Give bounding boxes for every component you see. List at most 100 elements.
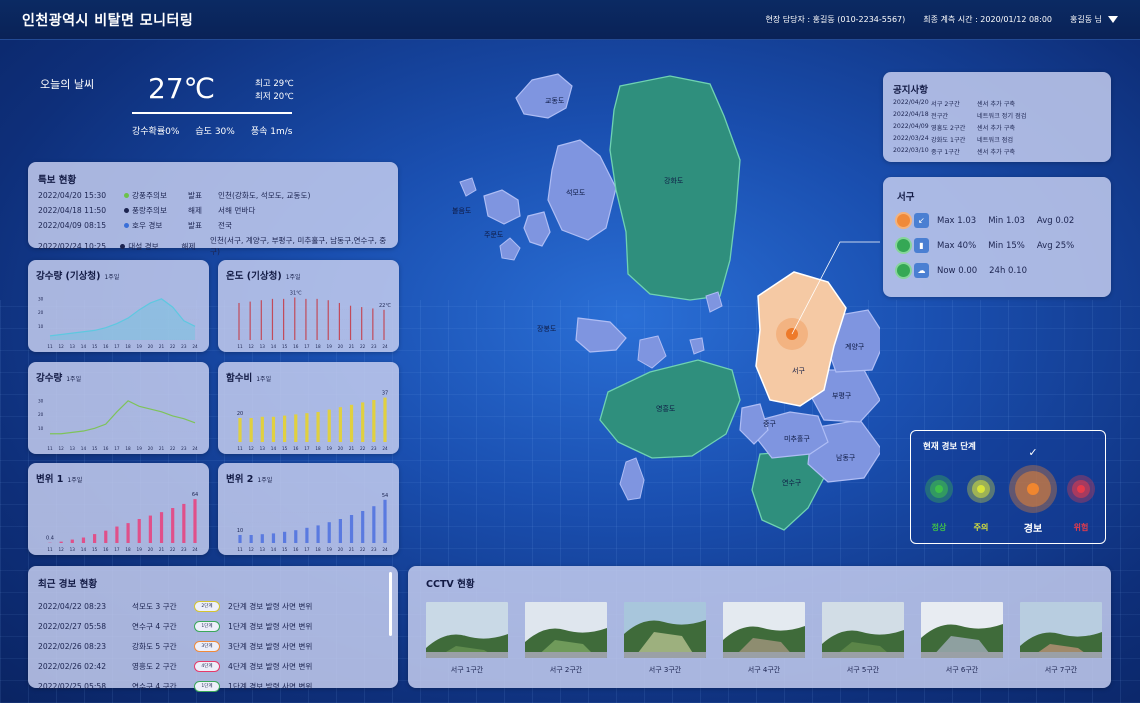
alert-row[interactable]: 2022/04/20 15:30 강풍주의보 발표 인천(강화도, 석모도, 교동도) [38, 190, 388, 201]
notice-row[interactable]: 2022/04/09 영흥도 2구간 센서 추가 구축 [893, 123, 1101, 132]
cctv-feed-image[interactable] [624, 602, 706, 658]
recent-alerts-panel: 최근 경보 현황 2022/04/22 08:23 석모도 3 구간 2단계 2단계 … [28, 566, 398, 692]
x-tick-label: 14 [81, 547, 87, 552]
sensor-row[interactable]: ↙ Max 1.03 Min 1.03 Avg 0.02 [897, 213, 1097, 228]
bar [349, 305, 352, 340]
alert-level-3[interactable] [1067, 475, 1095, 503]
cctv-camera[interactable]: 서구 5구간 [822, 602, 904, 675]
recent-alert-row[interactable]: 2022/02/25 05:58 연수구 4 구간 1단계 1단계 경보 발령 사면 … [38, 676, 388, 696]
map-region-label[interactable]: 강화도 [664, 176, 683, 186]
map-region-label[interactable]: 남동구 [836, 453, 855, 463]
sensor-value-b: Min 1.03 [988, 215, 1025, 226]
notice-message: 센서 추가 구축 [977, 101, 1016, 108]
alert-level-1[interactable] [967, 475, 995, 503]
cctv-camera[interactable]: 서구 2구간 [525, 602, 607, 675]
sensor-row[interactable]: ☁ Now 0.00 24h 0.10 [897, 263, 1097, 278]
level-label: 경보 [1024, 522, 1042, 535]
notice-row[interactable]: 2022/03/24 강화도 1구간 네트워크 점검 [893, 135, 1101, 144]
alert-type-text: 대설 경보 [128, 241, 159, 251]
notice-row[interactable]: 2022/04/20 서구 2구간 센서 추가 구축 [893, 99, 1101, 108]
cctv-feed-image[interactable] [426, 602, 508, 658]
map-region-label[interactable]: 계양구 [845, 342, 864, 352]
map-region-label[interactable]: 장봉도 [537, 324, 556, 334]
alert-row[interactable]: 2022/04/18 11:50 풍랑주의보 해제 서해 먼바다 [38, 205, 388, 216]
y-tick-label: 30 [38, 296, 44, 301]
map-region-label[interactable]: 영흥도 [656, 404, 675, 414]
map-region-label[interactable]: 서구 [792, 366, 805, 376]
alert-level-0[interactable] [925, 475, 953, 503]
user-menu[interactable]: 홍길동 님 [1070, 14, 1118, 25]
bar [338, 407, 342, 442]
region-ganghwa[interactable] [609, 75, 741, 301]
sensor-value-b: 24h 0.10 [989, 265, 1027, 276]
temp-low: 최저 20℃ [255, 92, 294, 102]
dropdown-arrow-icon[interactable] [1108, 16, 1118, 23]
map-region-label[interactable]: 교동도 [545, 96, 564, 106]
bar [182, 503, 186, 543]
x-tick-label: 11 [47, 547, 53, 552]
recent-alert-row[interactable]: 2022/02/27 05:58 연수구 4 구간 1단계 1단계 경보 발령 사면 … [38, 616, 388, 636]
x-tick-label: 24 [192, 446, 198, 451]
cctv-camera[interactable]: 서구 7구간 [1020, 602, 1102, 675]
cctv-camera[interactable]: 서구 3구간 [624, 602, 706, 675]
temp-high: 최고 29℃ [255, 79, 294, 89]
chart-plot: 11 12 13 14 15 16 17 18 19 20 21 22 23 24 10 54 [232, 493, 389, 552]
bar [327, 409, 331, 442]
notice-row[interactable]: 2022/04/18 전구간 네트워크 정기 점검 [893, 111, 1101, 120]
region-jumun[interactable] [523, 211, 551, 247]
x-tick-label: 12 [58, 446, 64, 451]
alert-stage-badge: 1단계 [194, 680, 220, 692]
alert-type-text: 강풍주의보 [132, 191, 167, 200]
rain-cloud-icon: ☁ [914, 263, 929, 278]
cctv-camera[interactable]: 서구 6구간 [921, 602, 1003, 675]
alert-row[interactable]: 2022/02/24 10:25 대설 경보 해제 인천(서구, 계양구, 부평구, … [38, 235, 388, 257]
data-label: 54 [382, 493, 388, 499]
x-tick-label: 15 [92, 344, 98, 349]
status-dot-icon [120, 243, 126, 249]
bar [361, 307, 363, 340]
bar [361, 402, 365, 442]
map-region-label[interactable]: 석모도 [566, 188, 585, 198]
x-tick-label: 20 [338, 547, 344, 552]
sensor-row[interactable]: ▮ Max 40% Min 15% Avg 25% [897, 238, 1097, 253]
x-tick-label: 22 [360, 547, 366, 552]
cctv-camera[interactable]: 서구 1구간 [426, 602, 508, 675]
map-region-label[interactable]: 연수구 [782, 478, 801, 488]
region-boreum[interactable] [483, 189, 521, 225]
alert-level-2[interactable] [1009, 465, 1057, 513]
x-tick-label: 22 [170, 446, 176, 451]
notice-location: 강화도 1구간 [931, 137, 966, 144]
cctv-caption: 서구 6구간 [945, 666, 979, 674]
recent-alert-row[interactable]: 2022/04/22 08:23 석모도 3 구간 2단계 2단계 경보 발령 사면 … [38, 596, 388, 616]
region-jangbong[interactable] [575, 317, 627, 353]
cctv-feed-image[interactable] [921, 602, 1003, 658]
cctv-feed-image[interactable] [723, 602, 805, 658]
map-region-label[interactable]: 볼음도 [452, 206, 471, 216]
map-region-label[interactable]: 부평구 [832, 391, 851, 401]
x-tick-label: 24 [192, 344, 198, 349]
x-tick-label: 23 [181, 547, 187, 552]
recent-alert-row[interactable]: 2022/02/26 02:42 영흥도 2 구간 4단계 4단계 경보 발령 사면 … [38, 656, 388, 676]
sensor-value-a: Max 40% [937, 240, 977, 251]
alert-row[interactable]: 2022/04/09 08:15 호우 경보 발표 전국 [38, 220, 388, 231]
alert-date: 2022/04/18 11:50 [38, 206, 107, 215]
cctv-feed-image[interactable] [525, 602, 607, 658]
x-tick-label: 19 [327, 446, 333, 451]
map-region-label[interactable]: 주문도 [484, 230, 503, 240]
cctv-camera[interactable]: 서구 4구간 [723, 602, 805, 675]
level-label: 정상 [932, 522, 947, 532]
x-tick-label: 22 [360, 446, 366, 451]
notice-row[interactable]: 2022/03/10 중구 1구간 센서 추가 구축 [893, 147, 1101, 156]
map-region-label[interactable]: 미추홀구 [784, 434, 810, 444]
bar [271, 416, 276, 442]
notice-date: 2022/03/24 [893, 135, 929, 142]
status-dot-icon [124, 223, 129, 228]
bar [372, 506, 376, 543]
recent-alert-row[interactable]: 2022/02/26 08:23 강화도 5 구간 3단계 3단계 경보 발령 사면 … [38, 636, 388, 656]
bar [238, 535, 242, 543]
scrollbar[interactable] [389, 572, 392, 636]
cctv-feed-image[interactable] [822, 602, 904, 658]
cctv-feed-image[interactable] [1020, 602, 1102, 658]
map-region-label[interactable]: 중구 [763, 419, 776, 429]
rain-prob: 강수확률0% [132, 127, 180, 137]
